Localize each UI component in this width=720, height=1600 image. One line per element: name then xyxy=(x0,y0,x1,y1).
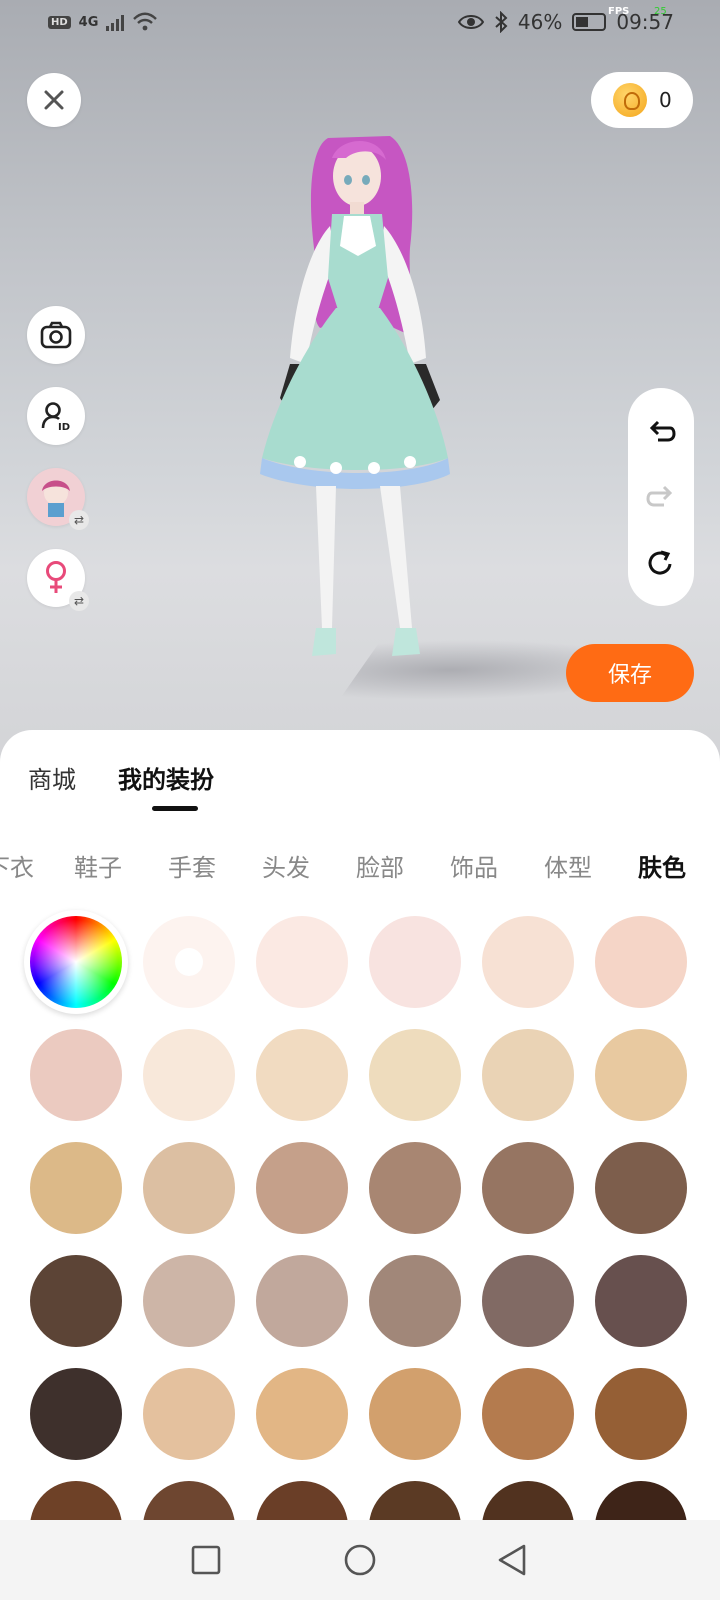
skin-color-swatch[interactable] xyxy=(482,916,574,1008)
skin-color-swatch[interactable] xyxy=(30,1255,122,1347)
selected-indicator xyxy=(175,948,203,976)
skin-color-swatch[interactable] xyxy=(30,1142,122,1234)
history-tools xyxy=(628,388,694,606)
skin-color-swatch[interactable] xyxy=(369,1255,461,1347)
skin-color-swatch[interactable] xyxy=(30,1368,122,1460)
tab-shop[interactable]: 商城 xyxy=(28,760,76,795)
battery-icon xyxy=(572,13,607,31)
skin-color-swatch[interactable] xyxy=(595,1029,687,1121)
female-icon xyxy=(46,561,66,593)
wifi-icon xyxy=(133,12,158,31)
skin-color-swatch[interactable] xyxy=(256,916,348,1008)
avatar-character[interactable] xyxy=(240,128,480,708)
skin-color-swatch[interactable] xyxy=(595,916,687,1008)
category-accessories[interactable]: 饰品 xyxy=(450,848,498,883)
undo-button[interactable] xyxy=(646,418,676,448)
coin-balance[interactable]: 0 xyxy=(591,72,693,128)
skin-color-swatch[interactable] xyxy=(369,916,461,1008)
skin-color-swatch[interactable] xyxy=(30,1029,122,1121)
signal-icon xyxy=(106,13,125,31)
skin-color-swatch[interactable] xyxy=(256,1029,348,1121)
camera-button[interactable] xyxy=(27,306,85,364)
network-label: 4G xyxy=(78,14,99,30)
skin-color-swatch[interactable] xyxy=(30,1481,122,1520)
close-icon xyxy=(44,90,64,110)
skin-color-swatch[interactable] xyxy=(256,1481,348,1520)
skin-color-swatch[interactable] xyxy=(595,1368,687,1460)
recents-button[interactable] xyxy=(188,1542,224,1578)
hd-icon: HD xyxy=(48,15,71,29)
outfit-panel: 商城 我的装扮 下衣 鞋子 手套 头发 脸部 饰品 体型 肤色 xyxy=(0,730,720,1520)
system-nav-bar xyxy=(0,1520,720,1600)
category-gloves[interactable]: 手套 xyxy=(168,848,216,883)
category-shoes[interactable]: 鞋子 xyxy=(74,848,122,883)
avatar-id-button[interactable]: ID xyxy=(27,387,85,445)
skin-color-swatch[interactable] xyxy=(482,1368,574,1460)
circle-icon xyxy=(344,1544,376,1576)
skin-color-swatch[interactable] xyxy=(256,1255,348,1347)
camera-icon xyxy=(40,321,72,349)
skin-color-swatch[interactable] xyxy=(143,1255,235,1347)
eye-icon xyxy=(457,15,484,29)
category-hair[interactable]: 头发 xyxy=(262,848,310,883)
skin-color-swatch[interactable] xyxy=(482,1142,574,1234)
undo-icon xyxy=(649,420,676,442)
reset-button[interactable] xyxy=(646,548,676,578)
skin-color-swatch[interactable] xyxy=(256,1368,348,1460)
redo-icon xyxy=(646,485,673,507)
skin-color-swatch[interactable] xyxy=(143,1368,235,1460)
coin-count: 0 xyxy=(659,88,672,112)
coin-icon xyxy=(613,83,647,117)
fps-label: FPS xyxy=(608,6,630,17)
home-button[interactable] xyxy=(342,1542,378,1578)
status-bar: HD 4G 46% 09:57 FPS 25 xyxy=(0,0,720,48)
skin-color-swatch[interactable] xyxy=(143,1142,235,1234)
skin-color-swatch[interactable] xyxy=(143,1481,235,1520)
bluetooth-icon xyxy=(495,11,508,33)
skin-color-swatch[interactable] xyxy=(482,1029,574,1121)
custom-color-button[interactable] xyxy=(24,910,128,1014)
battery-percent: 46% xyxy=(517,10,563,34)
skin-color-swatch[interactable] xyxy=(369,1481,461,1520)
user-id-icon: ID xyxy=(41,402,70,432)
color-wheel-icon xyxy=(30,916,122,1008)
close-button[interactable] xyxy=(27,73,81,127)
skin-color-swatch[interactable] xyxy=(482,1255,574,1347)
triangle-back-icon xyxy=(498,1544,526,1576)
reset-icon xyxy=(648,550,672,575)
save-button[interactable]: 保存 xyxy=(566,644,694,702)
skin-color-swatch[interactable] xyxy=(369,1368,461,1460)
panel-tabs: 商城 我的装扮 xyxy=(28,760,214,795)
switch-gender-button[interactable]: ⇄ xyxy=(27,549,89,611)
back-button[interactable] xyxy=(494,1542,530,1578)
skin-color-swatch[interactable] xyxy=(482,1481,574,1520)
tab-my-outfit[interactable]: 我的装扮 xyxy=(118,760,214,795)
skin-color-swatch[interactable] xyxy=(143,1029,235,1121)
skin-color-swatch[interactable] xyxy=(595,1255,687,1347)
skin-color-swatch[interactable] xyxy=(595,1142,687,1234)
skin-color-swatch[interactable] xyxy=(369,1142,461,1234)
switch-character-button[interactable]: ⇄ xyxy=(27,468,89,530)
skin-color-swatch[interactable] xyxy=(256,1142,348,1234)
fps-value: 25 xyxy=(654,6,667,17)
category-bottoms[interactable]: 下衣 xyxy=(0,848,34,883)
skin-color-swatch[interactable] xyxy=(369,1029,461,1121)
square-icon xyxy=(191,1545,221,1575)
swap-icon: ⇄ xyxy=(69,510,89,530)
category-face[interactable]: 脸部 xyxy=(356,848,404,883)
category-skin-color[interactable]: 肤色 xyxy=(638,848,686,883)
skin-color-swatch[interactable] xyxy=(595,1481,687,1520)
redo-button[interactable] xyxy=(646,483,676,513)
active-tab-indicator xyxy=(152,806,198,811)
svg-text:ID: ID xyxy=(58,422,70,432)
skin-color-swatch[interactable] xyxy=(143,916,235,1008)
category-bar: 下衣 鞋子 手套 头发 脸部 饰品 体型 肤色 xyxy=(0,848,720,888)
category-body-shape[interactable]: 体型 xyxy=(544,848,592,883)
swap-icon: ⇄ xyxy=(69,591,89,611)
